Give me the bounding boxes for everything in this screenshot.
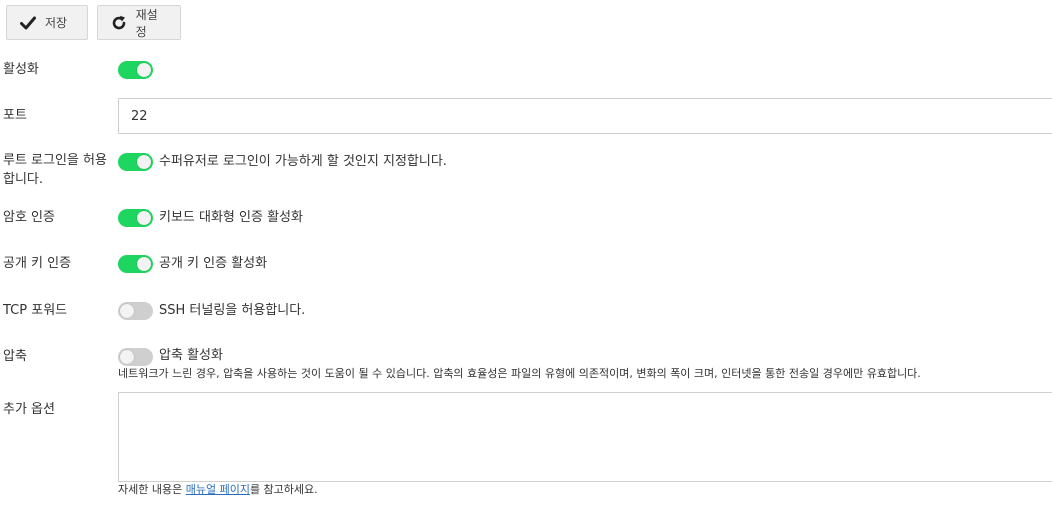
root-login-description: 수퍼유저로 로그인이 가능하게 할 것인지 지정합니다. [159, 154, 447, 169]
help-prefix: 자세한 내용은 [118, 483, 186, 496]
port-input[interactable] [118, 98, 1052, 134]
save-button-label: 저장 [45, 16, 68, 30]
extra-options-label: 추가 옵션 [3, 402, 55, 417]
root-login-label-line2: 합니다. [3, 172, 44, 187]
compression-label: 압축 [3, 349, 27, 364]
toggle-knob [137, 155, 151, 169]
pubkey-auth-label: 공개 키 인증 [3, 256, 72, 271]
root-login-label: 루트 로그인을 허용 합니다. [3, 151, 107, 189]
refresh-icon [110, 14, 128, 32]
enable-label: 활성화 [3, 62, 39, 77]
pubkey-auth-toggle[interactable] [118, 255, 153, 273]
help-suffix: 를 참고하세요. [249, 483, 318, 496]
password-auth-toggle[interactable] [118, 209, 153, 227]
pubkey-auth-description: 공개 키 인증 활성화 [159, 256, 268, 271]
compression-help-text: 네트워크가 느린 경우, 압축을 사용하는 것이 도움이 될 수 있습니다. 압… [118, 367, 921, 380]
root-login-toggle[interactable] [118, 153, 153, 171]
checkmark-icon [19, 14, 37, 32]
compression-toggle[interactable] [118, 348, 153, 366]
tcp-forwarding-description: SSH 터널링을 허용합니다. [159, 303, 306, 318]
root-login-label-line1: 루트 로그인을 허용 [3, 153, 107, 168]
enable-toggle[interactable] [118, 61, 153, 79]
toggle-knob [120, 304, 134, 318]
password-auth-description: 키보드 대화형 인증 활성화 [159, 210, 303, 225]
extra-options-textarea[interactable] [118, 392, 1052, 482]
toggle-knob [137, 257, 151, 271]
port-label: 포트 [3, 108, 27, 123]
password-auth-label: 암호 인증 [3, 210, 55, 225]
tcp-forwarding-toggle[interactable] [118, 302, 153, 320]
reset-button-label: 재설정 [135, 7, 158, 39]
manual-page-link[interactable]: 매뉴얼 페이지 [186, 483, 250, 496]
save-button[interactable]: 저장 [6, 5, 88, 40]
tcp-forwarding-label: TCP 포워드 [3, 303, 68, 318]
extra-options-help: 자세한 내용은 매뉴얼 페이지를 참고하세요. [118, 483, 318, 497]
toggle-knob [137, 211, 151, 225]
reset-button[interactable]: 재설정 [97, 5, 181, 40]
toggle-knob [137, 63, 151, 77]
compression-description: 압축 활성화 [159, 348, 223, 363]
toggle-knob [120, 350, 134, 364]
